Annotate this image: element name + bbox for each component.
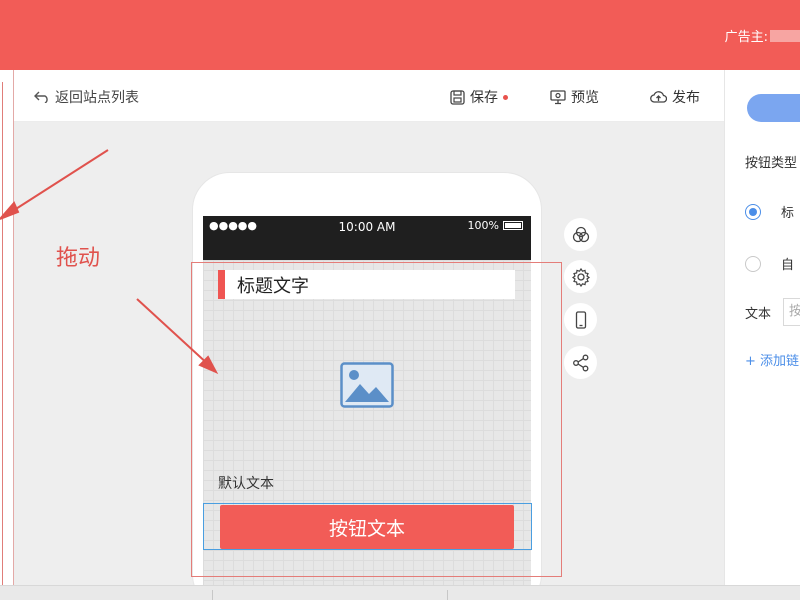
gear-icon — [571, 267, 590, 287]
radio-label-custom: 自 — [781, 258, 795, 273]
radio-button-type-custom[interactable]: 自 — [745, 254, 794, 273]
unsaved-indicator-dot — [503, 94, 508, 100]
radio-button-type-standard[interactable]: 标 — [745, 202, 794, 221]
add-link-button[interactable]: + 添加链 — [745, 350, 799, 369]
preview-label: 预览 — [571, 90, 599, 106]
bottom-divider — [447, 590, 448, 600]
battery-icon — [503, 221, 523, 230]
save-button[interactable]: 保存 — [450, 87, 508, 107]
advertiser-name-redacted — [770, 29, 800, 42]
settings-button[interactable] — [564, 260, 597, 293]
radio-circle-unchecked[interactable] — [745, 255, 761, 272]
back-arrow-icon — [34, 91, 48, 103]
mobile-view-button[interactable] — [564, 303, 597, 336]
advertiser-label: 广告主: — [724, 30, 768, 45]
publish-label: 发布 — [672, 90, 700, 106]
button-text-input[interactable]: 按 — [783, 298, 800, 326]
publish-button[interactable]: 发布 — [650, 87, 700, 107]
battery-percent: 100% — [467, 219, 499, 232]
bottom-divider — [212, 590, 213, 600]
property-panel: 按钮类型 标 自 文本 按 + 添加链 — [724, 70, 800, 585]
back-to-site-list-link[interactable]: 返回站点列表 — [34, 87, 139, 107]
property-panel-primary-button[interactable] — [747, 94, 800, 122]
radio-circle-checked[interactable] — [745, 203, 761, 220]
preview-button[interactable]: 预览 — [550, 87, 599, 107]
layers-icon — [572, 226, 589, 242]
component-panel-edge — [0, 82, 3, 600]
preview-icon — [550, 89, 566, 104]
battery-indicator: 100% — [468, 219, 523, 232]
text-field-label: 文本 — [745, 306, 772, 322]
advertiser-info: 广告主: — [725, 26, 800, 45]
share-icon — [572, 354, 588, 371]
save-icon — [450, 89, 465, 105]
top-header: 广告主: — [0, 0, 800, 70]
mobile-icon — [575, 310, 586, 329]
radio-label-standard: 标 — [781, 206, 795, 221]
drag-drop-outline — [191, 262, 562, 577]
drag-annotation-label: 拖动 — [56, 246, 101, 271]
component-panel — [0, 70, 14, 600]
phone-status-bar: ●●●●● 10:00 AM 100% — [203, 216, 531, 260]
back-link-label: 返回站点列表 — [55, 90, 139, 106]
share-button[interactable] — [564, 346, 597, 379]
save-label: 保存 — [470, 90, 498, 106]
cloud-upload-icon — [650, 91, 667, 103]
button-type-label: 按钮类型 — [745, 156, 798, 171]
bottom-status-strip — [0, 585, 800, 600]
text-field-row: 文本 按 — [745, 298, 800, 326]
editor-toolbar: 返回站点列表 保存 预览 发布 — [14, 70, 724, 122]
layers-button[interactable] — [564, 218, 597, 251]
